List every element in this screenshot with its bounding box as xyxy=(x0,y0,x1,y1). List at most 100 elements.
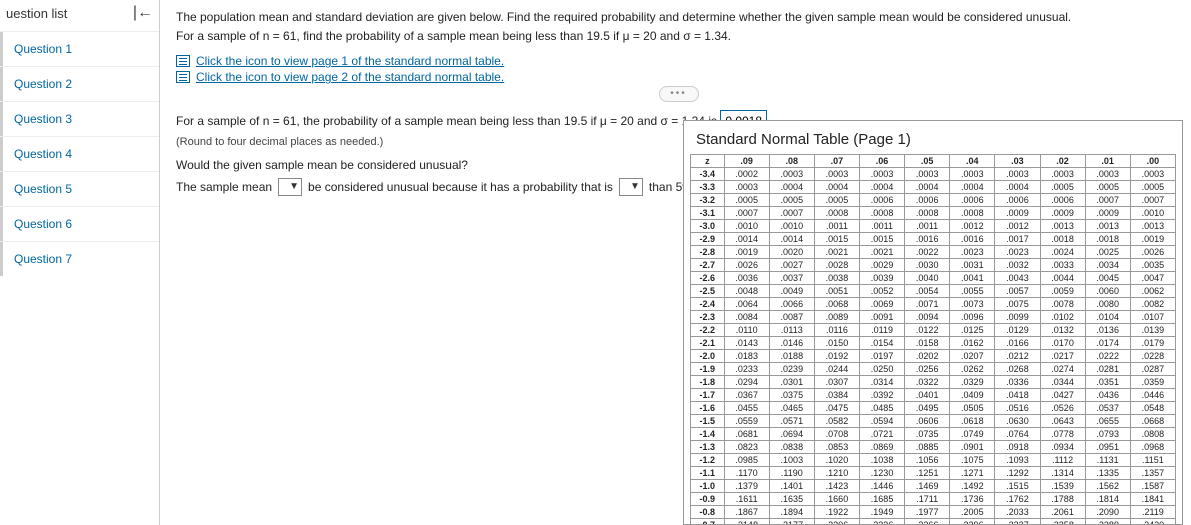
sidebar-item-q7[interactable]: Question 7 xyxy=(0,241,159,276)
sidebar-item-q6[interactable]: Question 6 xyxy=(0,206,159,241)
z-cell: .0375 xyxy=(769,389,814,402)
sidebar-item-q2[interactable]: Question 2 xyxy=(0,66,159,101)
dropdown-compare[interactable]: ▼ xyxy=(619,178,643,196)
z-cell: .0125 xyxy=(950,324,995,337)
problem-line1: The population mean and standard deviati… xyxy=(176,8,1181,27)
z-cell: .0154 xyxy=(860,337,905,350)
z-cell: .0630 xyxy=(995,415,1040,428)
z-row-label: -2.6 xyxy=(691,272,725,285)
table-row: -3.3.0003.0004.0004.0004.0004.0004.0004.… xyxy=(691,181,1176,194)
z-header: .01 xyxy=(1085,155,1130,168)
z-cell: .0047 xyxy=(1130,272,1175,285)
z-cell: .0174 xyxy=(1085,337,1130,350)
chevron-down-icon: ▼ xyxy=(630,181,640,192)
z-row-label: -1.7 xyxy=(691,389,725,402)
z-cell: .1210 xyxy=(814,467,859,480)
z-cell: .0003 xyxy=(1085,168,1130,181)
z-cell: .0015 xyxy=(814,233,859,246)
table-row: -2.5.0048.0049.0051.0052.0054.0055.0057.… xyxy=(691,285,1176,298)
sidebar-item-q3[interactable]: Question 3 xyxy=(0,101,159,136)
z-header: .09 xyxy=(724,155,769,168)
z-cell: .0004 xyxy=(995,181,1040,194)
z-cell: .0008 xyxy=(905,207,950,220)
z-cell: .2420 xyxy=(1130,519,1175,525)
table-row: -2.0.0183.0188.0192.0197.0202.0207.0212.… xyxy=(691,350,1176,363)
z-cell: .0004 xyxy=(950,181,995,194)
link-page1[interactable]: Click the icon to view page 1 of the sta… xyxy=(196,54,504,68)
z-header: .04 xyxy=(950,155,995,168)
z-cell: .0344 xyxy=(1040,376,1085,389)
z-cell: .0039 xyxy=(860,272,905,285)
z-cell: .0096 xyxy=(950,311,995,324)
z-cell: .2033 xyxy=(995,506,1040,519)
sidebar-item-q4[interactable]: Question 4 xyxy=(0,136,159,171)
table-row: -2.8.0019.0020.0021.0021.0022.0023.0023.… xyxy=(691,246,1176,259)
z-table-panel: Standard Normal Table (Page 1) z.09.08.0… xyxy=(683,120,1183,525)
z-cell: .0559 xyxy=(724,415,769,428)
z-cell: .0010 xyxy=(769,220,814,233)
dropdown-would[interactable]: ▼ xyxy=(278,178,302,196)
link-page2[interactable]: Click the icon to view page 2 of the sta… xyxy=(196,70,504,84)
z-cell: .2090 xyxy=(1085,506,1130,519)
z-header: z xyxy=(691,155,725,168)
z-row-label: -2.2 xyxy=(691,324,725,337)
table-icon[interactable] xyxy=(176,71,190,83)
table-row: -0.8.1867.1894.1922.1949.1977.2005.2033.… xyxy=(691,506,1176,519)
table-icon[interactable] xyxy=(176,55,190,67)
z-cell: .0150 xyxy=(814,337,859,350)
z-cell: .0016 xyxy=(905,233,950,246)
z-cell: .0003 xyxy=(814,168,859,181)
z-cell: .0055 xyxy=(950,285,995,298)
z-cell: .0694 xyxy=(769,428,814,441)
z-cell: .1020 xyxy=(814,454,859,467)
z-cell: .0934 xyxy=(1040,441,1085,454)
z-cell: .0582 xyxy=(814,415,859,428)
z-cell: .0005 xyxy=(1130,181,1175,194)
expand-button[interactable] xyxy=(659,86,699,102)
z-cell: .0606 xyxy=(905,415,950,428)
z-row-label: -3.2 xyxy=(691,194,725,207)
link-page1-row: Click the icon to view page 1 of the sta… xyxy=(176,54,1181,68)
z-cell: .2327 xyxy=(995,519,1040,525)
z-cell: .1922 xyxy=(814,506,859,519)
z-cell: .0968 xyxy=(1130,441,1175,454)
sidebar-item-q1[interactable]: Question 1 xyxy=(0,31,159,66)
z-cell: .0013 xyxy=(1085,220,1130,233)
z-cell: .0003 xyxy=(724,181,769,194)
z-cell: .2236 xyxy=(860,519,905,525)
z-row-label: -1.2 xyxy=(691,454,725,467)
table-row: -1.6.0455.0465.0475.0485.0495.0505.0516.… xyxy=(691,402,1176,415)
z-cell: .0082 xyxy=(1130,298,1175,311)
z-header: .00 xyxy=(1130,155,1175,168)
z-cell: .0080 xyxy=(1085,298,1130,311)
z-cell: .0294 xyxy=(724,376,769,389)
z-cell: .0322 xyxy=(905,376,950,389)
z-cell: .0004 xyxy=(860,181,905,194)
z-cell: .2358 xyxy=(1040,519,1085,525)
table-row: -2.9.0014.0014.0015.0015.0016.0016.0017.… xyxy=(691,233,1176,246)
z-cell: .0655 xyxy=(1085,415,1130,428)
z-cell: .0087 xyxy=(769,311,814,324)
z-row-label: -2.4 xyxy=(691,298,725,311)
z-cell: .0011 xyxy=(814,220,859,233)
z-cell: .0005 xyxy=(814,194,859,207)
z-cell: .0113 xyxy=(769,324,814,337)
z-cell: .0485 xyxy=(860,402,905,415)
z-cell: .0003 xyxy=(1040,168,1085,181)
z-cell: .0764 xyxy=(995,428,1040,441)
sidebar-item-q5[interactable]: Question 5 xyxy=(0,171,159,206)
unusual-mid: be considered unusual because it has a p… xyxy=(308,180,613,194)
z-cell: .0009 xyxy=(1040,207,1085,220)
collapse-icon[interactable]: |← xyxy=(133,4,153,22)
z-row-label: -1.8 xyxy=(691,376,725,389)
z-cell: .1230 xyxy=(860,467,905,480)
z-cell: .1685 xyxy=(860,493,905,506)
z-cell: .1977 xyxy=(905,506,950,519)
z-cell: .0228 xyxy=(1130,350,1175,363)
z-cell: .0104 xyxy=(1085,311,1130,324)
z-table-wrap[interactable]: z.09.08.07.06.05.04.03.02.01.00-3.4.0002… xyxy=(684,154,1182,524)
z-cell: .0202 xyxy=(905,350,950,363)
z-header: .06 xyxy=(860,155,905,168)
z-cell: .0034 xyxy=(1085,259,1130,272)
z-cell: .0012 xyxy=(950,220,995,233)
